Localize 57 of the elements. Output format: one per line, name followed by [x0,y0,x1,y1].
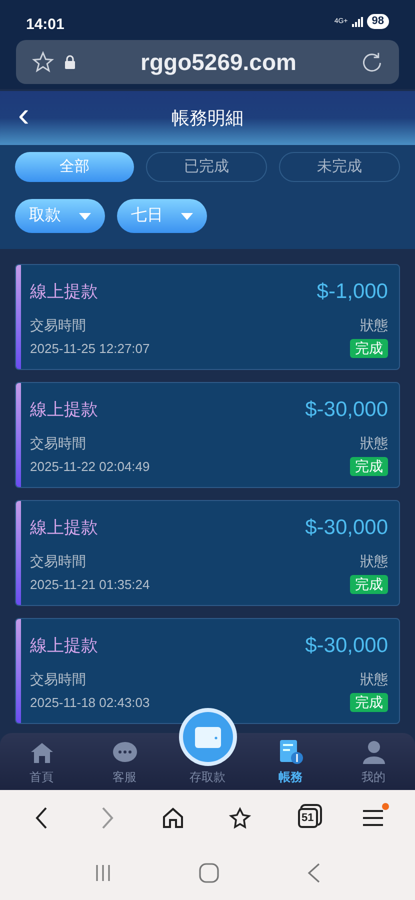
battery-level: 98 [366,14,389,29]
page-title: 帳務明細 [172,106,244,130]
caret-icon [181,212,193,220]
transaction-type: 線上提款 [30,399,98,421]
house-icon [28,741,54,765]
filter-tab[interactable]: 未完成 [279,152,400,182]
transaction-amount: $-30,000 [305,515,388,541]
back-button[interactable]: ‹ [18,98,30,138]
menu-icon[interactable] [362,808,383,826]
nav-item[interactable]: 首頁 [0,741,83,790]
chat-bubble-icon [112,741,138,765]
transaction-type: 線上提款 [30,635,98,657]
nav-item[interactable]: 存取款 [166,704,249,790]
transaction-time: 2025-11-22 02:04:49 [30,458,150,476]
reload-icon[interactable] [361,51,383,73]
status-label: 狀態 [360,670,388,688]
caret-icon [79,212,91,220]
filter-tab[interactable]: 全部 [15,152,134,182]
status-badge: 完成 [350,574,388,594]
filter-dropdown[interactable]: 取款 [15,199,105,233]
status-time: 14:01 [26,15,64,35]
time-label: 交易時間 [30,316,87,334]
nav-item[interactable]: 客服 [83,741,166,790]
time-label: 交易時間 [30,552,87,570]
status-badge: 完成 [350,692,388,712]
recent-apps-icon[interactable] [94,864,112,882]
filter-dropdown[interactable]: 七日 [117,199,207,233]
home-button-icon[interactable] [199,862,220,882]
nav-item[interactable]: 帳務 [249,739,332,790]
time-label: 交易時間 [30,670,87,688]
transaction-type: 線上提款 [30,281,98,303]
signal-icon [352,16,363,26]
status-badge: 完成 [350,338,388,358]
lock-icon [64,55,76,69]
address-bar[interactable]: rggo5269.com [16,40,399,84]
url-text: rggo5269.com [140,48,298,77]
status-label: 狀態 [360,552,388,570]
nav-item[interactable]: 我的 [332,739,415,790]
transaction-time: 2025-11-25 12:27:07 [30,340,150,358]
status-badge: 完成 [350,456,388,476]
time-label: 交易時間 [30,434,87,452]
transaction-amount: $-1,000 [316,279,388,305]
bookmarks-icon[interactable] [228,806,253,828]
status-label: 狀態 [360,316,388,334]
person-icon [360,739,386,765]
wallet-icon [178,707,238,767]
transaction-amount: $-30,000 [305,633,388,659]
home-icon[interactable] [162,806,184,828]
transaction-time: 2025-11-21 01:35:24 [30,576,150,594]
transaction-amount: $-30,000 [305,397,388,423]
system-back-icon[interactable] [307,862,322,882]
star-icon[interactable] [32,51,54,73]
transaction-time: 2025-11-18 02:43:03 [30,694,150,712]
status-label: 狀態 [360,434,388,452]
bill-icon [278,739,304,765]
filter-tab[interactable]: 已完成 [146,152,267,182]
transaction-type: 線上提款 [30,517,98,539]
